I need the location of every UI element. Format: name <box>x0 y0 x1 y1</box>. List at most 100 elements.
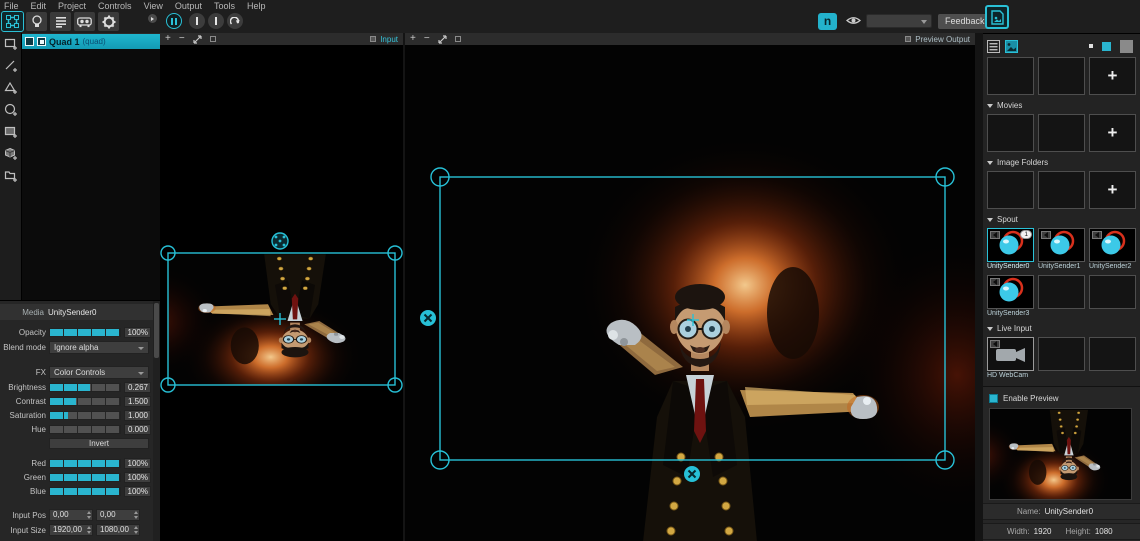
spout-sender-3[interactable]: UnitySender3 <box>987 275 1034 318</box>
collapse-arrow-button[interactable] <box>148 14 157 23</box>
transform-quad-button[interactable] <box>2 12 23 31</box>
add-folder-button[interactable]: + <box>1089 171 1136 209</box>
pause-button[interactable] <box>166 13 182 29</box>
section-spout[interactable]: Spout <box>987 214 1137 225</box>
menu-view[interactable]: View <box>144 1 163 11</box>
layer-list-button[interactable] <box>50 12 71 31</box>
add-line-tool[interactable] <box>0 55 22 77</box>
move-handle[interactable] <box>272 233 288 249</box>
blue-value[interactable]: 100% <box>124 486 151 497</box>
live-slot-empty[interactable] <box>1089 337 1136 371</box>
add-movie-button[interactable]: + <box>1089 114 1136 152</box>
spout-slot-empty[interactable] <box>1038 275 1085 309</box>
folder-slot-empty[interactable] <box>987 171 1034 209</box>
brightness-slider[interactable] <box>49 383 121 392</box>
menu-controls[interactable]: Controls <box>98 1 132 11</box>
image-slot-empty[interactable] <box>1038 57 1085 95</box>
sender-play-button[interactable] <box>1041 231 1051 239</box>
step-forward-button[interactable] <box>208 13 224 29</box>
input-pos-x-field[interactable]: 0,00 <box>49 509 93 521</box>
tab-list-view[interactable] <box>987 40 1000 53</box>
section-live-input[interactable]: Live Input <box>987 323 1137 334</box>
loop-button[interactable] <box>227 13 243 29</box>
menu-help[interactable]: Help <box>247 1 266 11</box>
ndi-logo[interactable]: n <box>818 13 837 30</box>
spout-sender-2[interactable]: UnitySender2 <box>1089 228 1136 271</box>
size-small-button[interactable] <box>1089 44 1093 48</box>
layer-visibility-checkbox[interactable] <box>25 37 34 46</box>
add-triangle-tool[interactable] <box>0 77 22 99</box>
input-canvas-body[interactable] <box>160 45 403 541</box>
green-slider[interactable] <box>49 473 121 482</box>
menu-edit[interactable]: Edit <box>31 1 47 11</box>
settings-button[interactable] <box>98 12 119 31</box>
invert-button[interactable]: Invert <box>49 438 149 449</box>
add-3d-object-tool[interactable] <box>0 143 22 165</box>
sender-play-button[interactable] <box>990 278 1000 286</box>
sender-play-button[interactable] <box>990 231 1000 239</box>
edge-handle-bottom[interactable] <box>684 466 700 482</box>
fit-view-icon[interactable] <box>193 35 202 44</box>
menu-project[interactable]: Project <box>58 1 86 11</box>
enable-preview-checkbox[interactable] <box>989 394 998 403</box>
add-ellipse-tool[interactable] <box>0 99 22 121</box>
actual-size-button[interactable] <box>210 36 216 42</box>
hue-slider[interactable] <box>49 425 121 434</box>
feedback-button[interactable]: Feedback <box>938 14 992 29</box>
preview-canvas-body[interactable] <box>405 45 975 541</box>
add-image-button[interactable]: + <box>1089 57 1136 95</box>
blue-slider[interactable] <box>49 487 121 496</box>
spout-slot-empty[interactable] <box>1089 275 1136 309</box>
step-back-button[interactable] <box>189 13 205 29</box>
zoom-in-button[interactable]: + <box>165 34 171 44</box>
saturation-value[interactable]: 1.000 <box>124 410 151 421</box>
saturation-slider[interactable] <box>49 411 121 420</box>
layer-lock-checkbox[interactable] <box>37 37 46 46</box>
input-canvas[interactable]: + − Input <box>160 33 403 541</box>
add-quad-tool[interactable] <box>0 33 22 55</box>
movie-slot-empty[interactable] <box>1038 114 1085 152</box>
image-slot-empty[interactable] <box>987 57 1034 95</box>
input-size-y-field[interactable]: 1080,00 <box>96 524 140 536</box>
green-value[interactable]: 100% <box>124 472 151 483</box>
add-mask-tool[interactable] <box>0 121 22 143</box>
fx-dropdown[interactable]: Color Controls <box>49 366 149 379</box>
folder-slot-empty[interactable] <box>1038 171 1085 209</box>
size-medium-button[interactable] <box>1102 42 1111 51</box>
media-panel-tab[interactable] <box>985 5 1009 29</box>
menu-output[interactable]: Output <box>175 1 202 11</box>
zoom-out-button[interactable]: − <box>424 34 430 44</box>
tab-thumbnail-view[interactable] <box>1005 40 1018 53</box>
actual-size-button[interactable] <box>455 36 461 42</box>
properties-scrollbar[interactable] <box>153 301 160 541</box>
contrast-slider[interactable] <box>49 397 121 406</box>
sender-play-button[interactable] <box>990 340 1000 348</box>
add-group-tool[interactable] <box>0 165 22 187</box>
input-size-x-field[interactable]: 1920,00 <box>49 524 93 536</box>
menu-file[interactable]: File <box>4 1 19 11</box>
section-image-folders[interactable]: Image Folders <box>987 157 1137 168</box>
size-large-button[interactable] <box>1120 40 1133 53</box>
lamp-button[interactable] <box>26 12 47 31</box>
blend-mode-dropdown[interactable]: Ignore alpha <box>49 341 149 354</box>
fit-view-icon[interactable] <box>438 35 447 44</box>
red-value[interactable]: 100% <box>124 458 151 469</box>
section-movies[interactable]: Movies <box>987 100 1137 111</box>
opacity-value[interactable]: 100% <box>124 327 151 338</box>
projector-button[interactable] <box>74 12 95 31</box>
spout-sender-0[interactable]: 1 UnitySender0 <box>987 228 1034 271</box>
menu-tools[interactable]: Tools <box>214 1 235 11</box>
visibility-toggle[interactable] <box>846 15 861 26</box>
opacity-slider[interactable] <box>49 328 121 337</box>
red-slider[interactable] <box>49 459 121 468</box>
brightness-value[interactable]: 0.267 <box>124 382 151 393</box>
layer-row-quad1[interactable]: Quad 1 (quad) <box>22 34 160 49</box>
zoom-out-button[interactable]: − <box>179 34 185 44</box>
input-pos-y-field[interactable]: 0,00 <box>96 509 140 521</box>
live-slot-empty[interactable] <box>1038 337 1085 371</box>
hue-value[interactable]: 0.000 <box>124 424 151 435</box>
movie-slot-empty[interactable] <box>987 114 1034 152</box>
live-input-webcam[interactable]: HD WebCam <box>987 337 1034 380</box>
spout-sender-1[interactable]: UnitySender1 <box>1038 228 1085 271</box>
output-select-dropdown[interactable] <box>866 14 932 28</box>
